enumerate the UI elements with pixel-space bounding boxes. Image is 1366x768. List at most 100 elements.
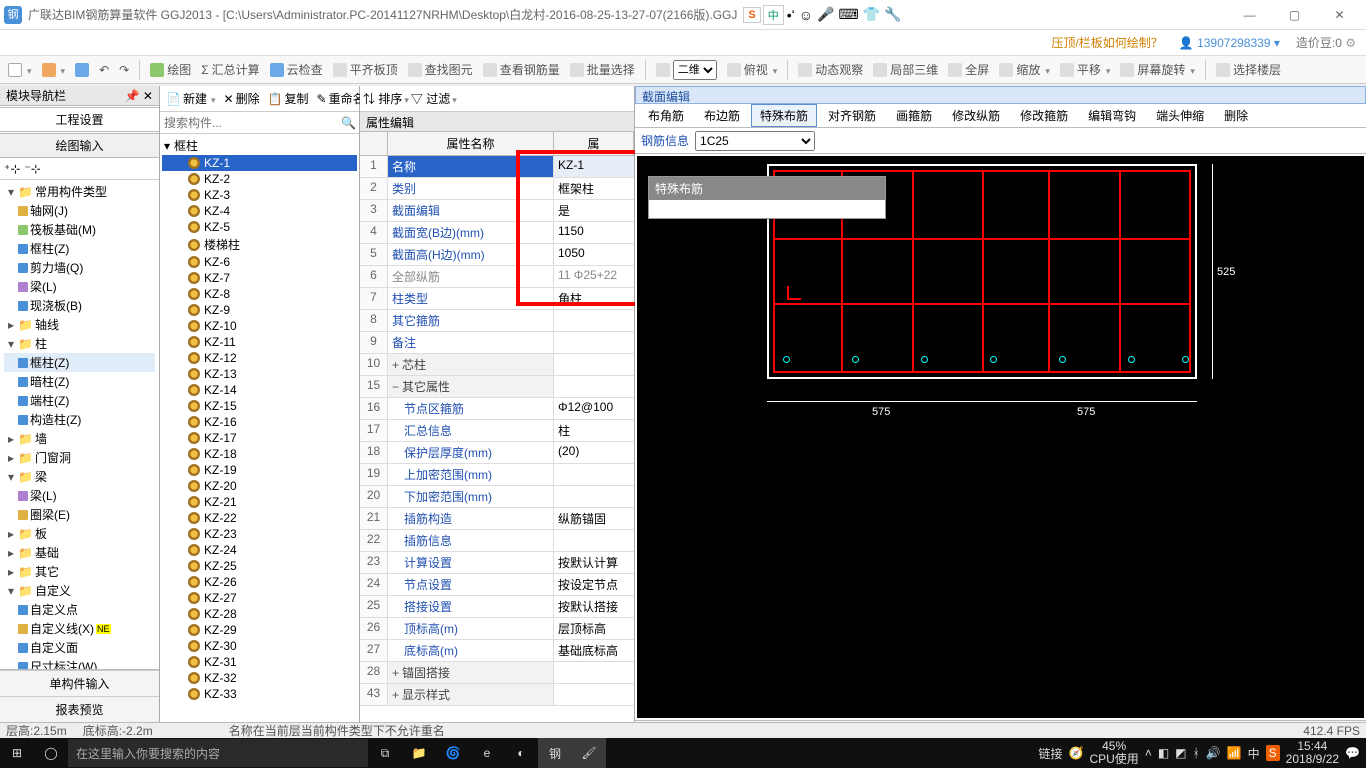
component-item[interactable]: KZ-8 [162, 286, 357, 302]
nav-group-draw[interactable]: 绘图输入 [0, 133, 159, 158]
delete-button[interactable]: ✕删除 [221, 89, 263, 108]
component-item[interactable]: KZ-20 [162, 478, 357, 494]
property-row[interactable]: 23 计算设置按默认计算 [360, 552, 634, 574]
section-tab[interactable]: 画箍筋 [887, 104, 941, 127]
component-item[interactable]: KZ-11 [162, 334, 357, 350]
component-item[interactable]: KZ-10 [162, 318, 357, 334]
component-item[interactable]: KZ-6 [162, 254, 357, 270]
autocomplete-popup[interactable]: 特殊布筋 [648, 176, 886, 219]
app-icon-2[interactable]: 🌀 [436, 738, 470, 768]
component-item[interactable]: KZ-1 [162, 155, 357, 171]
component-item[interactable]: KZ-24 [162, 542, 357, 558]
app-icon-paint[interactable]: 🖌 [572, 738, 606, 768]
section-tab[interactable]: 对齐钢筋 [819, 104, 885, 127]
section-tab[interactable]: 修改纵筋 [943, 104, 1009, 127]
popup-option-empty[interactable] [649, 200, 885, 218]
tray-ime[interactable]: 中 [1248, 745, 1260, 762]
property-row[interactable]: 26 顶标高(m)层顶标高 [360, 618, 634, 640]
component-item[interactable]: KZ-3 [162, 187, 357, 203]
section-tab[interactable]: 删除 [1215, 104, 1257, 127]
property-row[interactable]: 6全部纵筋11 Φ25+22 [360, 266, 634, 288]
sort-button[interactable]: ⇅ 排序 [363, 90, 409, 107]
filter-button[interactable]: ▽ 过滤 [411, 90, 457, 107]
redo-button[interactable]: ↷ [115, 61, 133, 79]
component-tree[interactable]: ▾框柱 KZ-1KZ-2KZ-3KZ-4KZ-5楼梯柱KZ-6KZ-7KZ-8K… [160, 134, 359, 722]
component-item[interactable]: KZ-2 [162, 171, 357, 187]
zoom-button[interactable]: 缩放 [995, 59, 1054, 80]
app-icon-1[interactable]: 📁 [402, 738, 436, 768]
component-item[interactable]: KZ-23 [162, 526, 357, 542]
tray-app-icon[interactable]: ◧ [1158, 746, 1169, 760]
component-item[interactable]: KZ-22 [162, 510, 357, 526]
nav-pin-icon[interactable]: 📌 ✕ [125, 89, 153, 103]
component-item[interactable]: KZ-26 [162, 574, 357, 590]
component-item[interactable]: KZ-30 [162, 638, 357, 654]
search-icon[interactable]: 🔍 [341, 116, 359, 130]
app-icon-3[interactable]: ◐ [504, 738, 538, 768]
dynamic-view-button[interactable]: 动态观察 [794, 59, 867, 80]
component-item[interactable]: KZ-27 [162, 590, 357, 606]
property-row[interactable]: 5截面高(H边)(mm)1050 [360, 244, 634, 266]
property-row[interactable]: 27 底标高(m)基础底标高 [360, 640, 634, 662]
section-tab[interactable]: 布角筋 [639, 104, 693, 127]
component-item[interactable]: KZ-33 [162, 686, 357, 702]
property-row[interactable]: 2类别框架柱 [360, 178, 634, 200]
property-row[interactable]: 20 下加密范围(mm) [360, 486, 634, 508]
component-item[interactable]: KZ-9 [162, 302, 357, 318]
save-button[interactable] [71, 61, 93, 79]
batch-select-button[interactable]: 批量选择 [566, 59, 639, 80]
select-floor-button[interactable]: 选择楼层 [1212, 59, 1285, 80]
edge-icon[interactable]: e [470, 738, 504, 768]
section-tab[interactable]: 端头伸缩 [1147, 104, 1213, 127]
property-row[interactable]: 19 上加密范围(mm) [360, 464, 634, 486]
property-row[interactable]: 1名称KZ-1 [360, 156, 634, 178]
app-icon-ggj[interactable]: 钢 [538, 738, 572, 768]
component-item[interactable]: KZ-19 [162, 462, 357, 478]
component-item[interactable]: KZ-7 [162, 270, 357, 286]
section-tab[interactable]: 修改箍筋 [1011, 104, 1077, 127]
collapse-icon[interactable]: ⁻⊹ [24, 162, 40, 176]
tray-net-icon[interactable]: 🧭 [1069, 746, 1084, 760]
look-button[interactable]: 俯视 [723, 59, 782, 80]
cortana-icon[interactable]: ◯ [34, 738, 68, 768]
tray-notifications-icon[interactable]: 💬 [1345, 746, 1360, 760]
sum-button[interactable]: Σ 汇总计算 [197, 59, 263, 80]
expand-icon[interactable]: ⁺⊹ [4, 162, 20, 176]
property-row[interactable]: 4截面宽(B边)(mm)1150 [360, 222, 634, 244]
new-file-button[interactable] [4, 61, 36, 79]
tray-wifi-icon[interactable]: 📶 [1227, 746, 1242, 760]
tray-bluetooth-icon[interactable]: ᚼ [1193, 746, 1200, 760]
component-item[interactable]: KZ-12 [162, 350, 357, 366]
component-item[interactable]: KZ-32 [162, 670, 357, 686]
flat-top-button[interactable]: 平齐板顶 [329, 59, 402, 80]
property-row[interactable]: 21 插筋构造纵筋锚固 [360, 508, 634, 530]
nav-bottom-report[interactable]: 报表预览 [0, 696, 159, 722]
tray-up-icon[interactable]: ˄ [1145, 746, 1152, 760]
component-item[interactable]: KZ-18 [162, 446, 357, 462]
property-row[interactable]: 18 保护层厚度(mm)(20) [360, 442, 634, 464]
section-tab[interactable]: 布边筋 [695, 104, 749, 127]
component-item[interactable]: KZ-31 [162, 654, 357, 670]
property-row[interactable]: 10+芯柱 [360, 354, 634, 376]
component-item[interactable]: KZ-4 [162, 203, 357, 219]
property-row[interactable]: 25 搭接设置按默认搭接 [360, 596, 634, 618]
fullscreen-button[interactable]: 全屏 [944, 59, 993, 80]
start-button[interactable]: ⊞ [0, 738, 34, 768]
component-item[interactable]: KZ-25 [162, 558, 357, 574]
maximize-button[interactable]: ▢ [1272, 1, 1317, 29]
component-item[interactable]: KZ-28 [162, 606, 357, 622]
section-tab[interactable]: 编辑弯钩 [1079, 104, 1145, 127]
property-row[interactable]: 24 节点设置按设定节点 [360, 574, 634, 596]
component-item[interactable]: KZ-14 [162, 382, 357, 398]
component-item[interactable]: KZ-15 [162, 398, 357, 414]
property-row[interactable]: 9备注 [360, 332, 634, 354]
taskview-icon[interactable]: ⧉ [368, 738, 402, 768]
search-input[interactable] [160, 114, 341, 132]
component-item[interactable]: KZ-29 [162, 622, 357, 638]
popup-option[interactable]: 特殊布筋 [649, 177, 885, 200]
property-row[interactable]: 28+锚固搭接 [360, 662, 634, 684]
tray-sogou-icon[interactable]: S [1266, 745, 1280, 761]
close-button[interactable]: ✕ [1317, 1, 1362, 29]
help-link[interactable]: 压顶/栏板如何绘制？ [1051, 34, 1162, 51]
property-row[interactable]: 7柱类型角柱 [360, 288, 634, 310]
